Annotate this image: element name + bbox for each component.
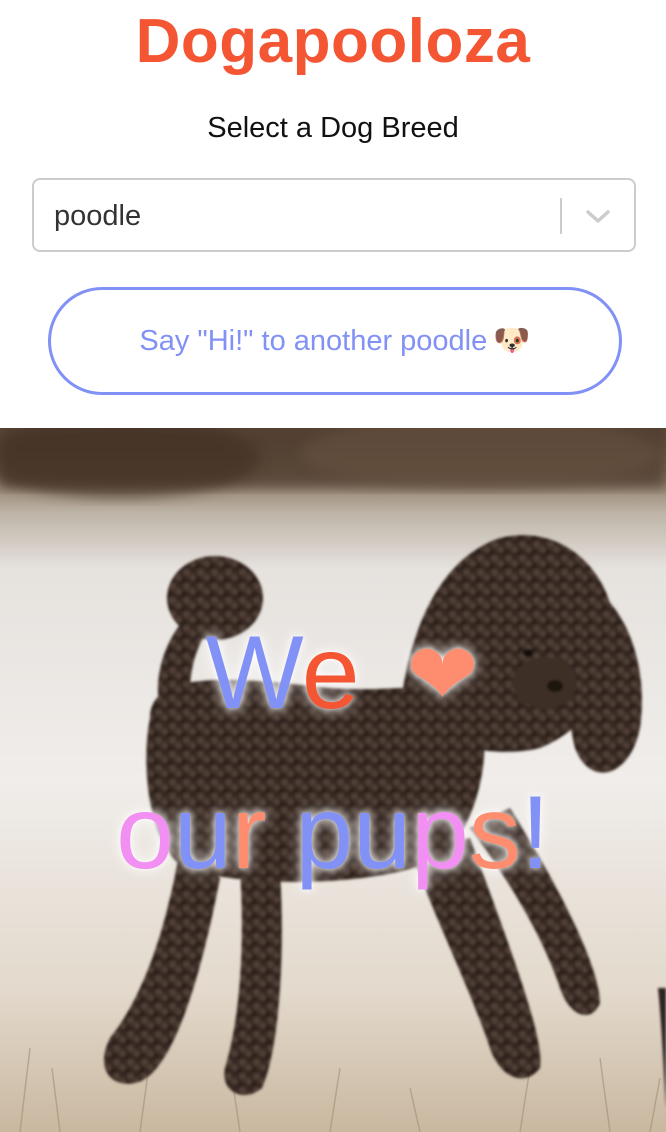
slogan-char: s bbox=[468, 775, 521, 891]
page: Dogapooloza Select a Dog Breed poodle Sa… bbox=[0, 0, 666, 1132]
dog-photo: We ❤ our pups! bbox=[0, 428, 666, 1132]
slogan-char: p bbox=[295, 775, 354, 891]
slogan-char: u bbox=[353, 775, 412, 891]
slogan-char: e bbox=[301, 615, 360, 731]
slogan-char: o bbox=[116, 775, 174, 891]
breed-select-label: Select a Dog Breed bbox=[207, 112, 459, 144]
slogan-char: u bbox=[174, 775, 232, 891]
slogan-char: W bbox=[205, 615, 302, 731]
chevron-down-icon[interactable] bbox=[584, 204, 612, 228]
dog-face-icon: 🐶 bbox=[493, 324, 531, 357]
heart-icon: ❤ bbox=[406, 627, 479, 723]
breed-select-separator bbox=[560, 198, 562, 234]
say-hi-button[interactable]: Say "Hi!" to another poodle 🐶 bbox=[48, 287, 622, 395]
slogan-char: p bbox=[411, 775, 469, 891]
slogan-char: r bbox=[231, 775, 267, 891]
slogan-char bbox=[360, 615, 389, 731]
say-hi-button-label: Say "Hi!" to another poodle bbox=[139, 325, 488, 357]
slogan-line-2: our pups! bbox=[0, 773, 666, 893]
slogan-char: ! bbox=[520, 775, 550, 891]
breed-select[interactable]: poodle bbox=[32, 178, 636, 252]
app-title: Dogapooloza bbox=[135, 7, 531, 76]
slogan-char bbox=[266, 775, 295, 891]
breed-select-value: poodle bbox=[54, 200, 142, 232]
slogan-line-1: We ❤ bbox=[0, 613, 666, 739]
